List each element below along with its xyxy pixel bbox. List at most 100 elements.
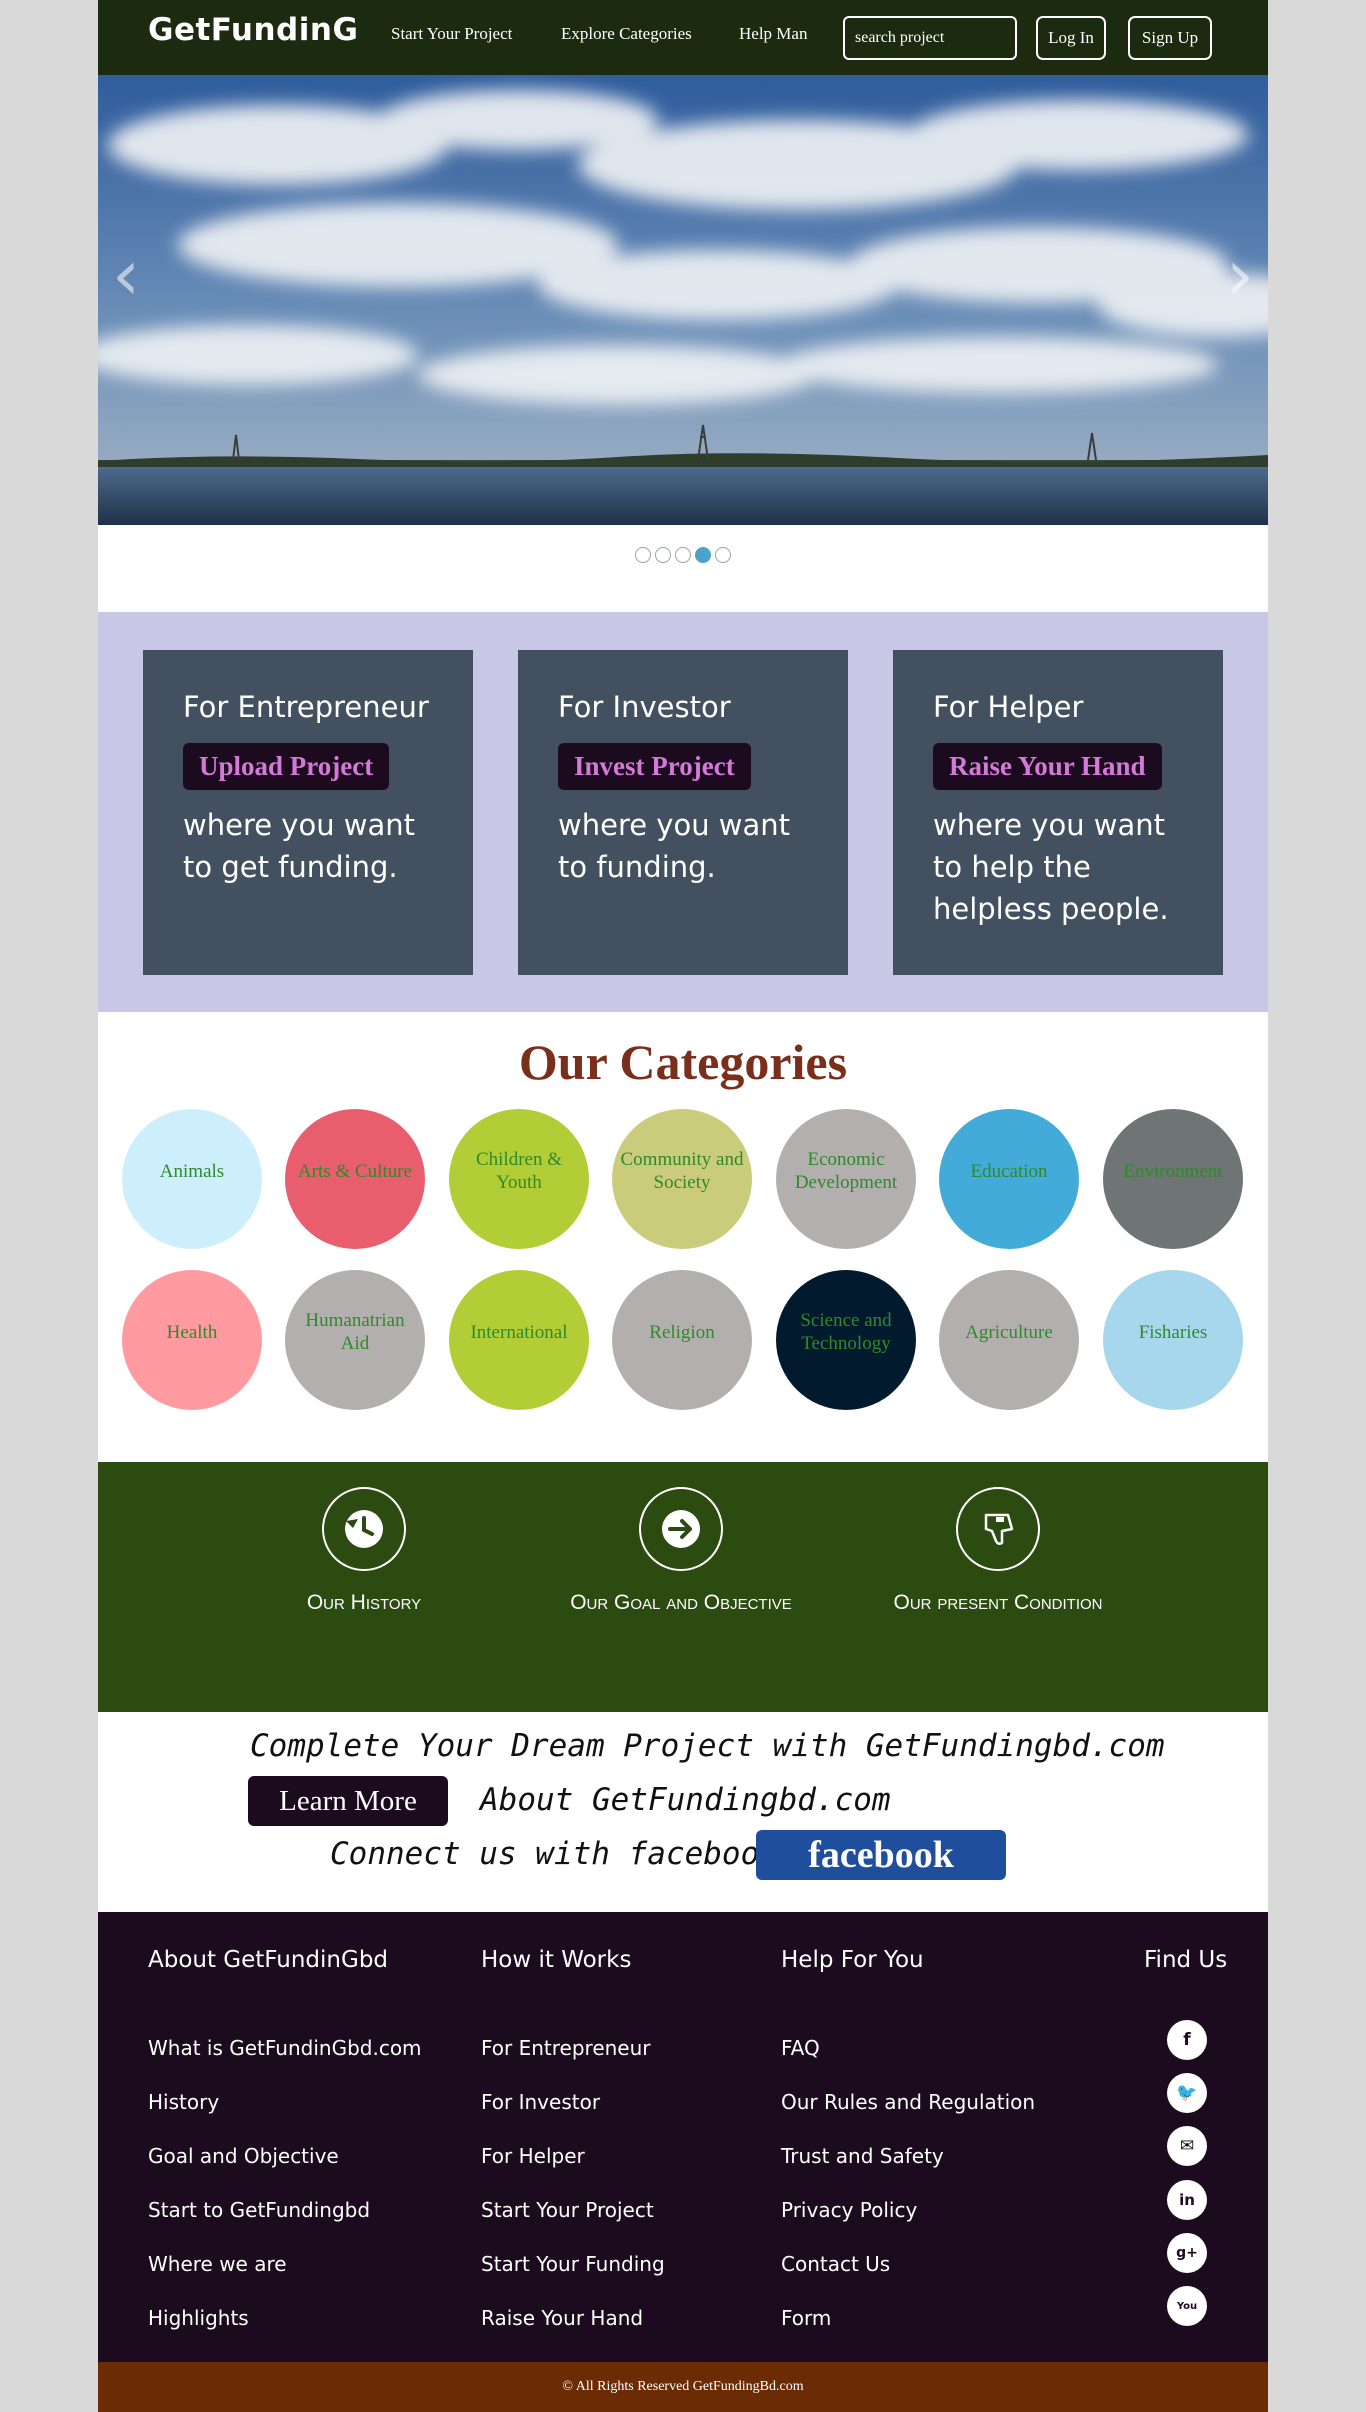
- signup-button[interactable]: Sign Up: [1128, 16, 1212, 60]
- roles-section: For Entrepreneur Upload Project where yo…: [98, 612, 1268, 1012]
- carousel-indicators: [98, 547, 1268, 563]
- category-environment[interactable]: Environment: [1103, 1109, 1243, 1249]
- role-card-entrepreneur: For Entrepreneur Upload Project where yo…: [143, 650, 473, 975]
- role-description: where you want to funding.: [558, 807, 791, 884]
- footer-link[interactable]: What is GetFundinGbd.com: [148, 2036, 422, 2060]
- role-title: For Helper: [933, 690, 1084, 724]
- category-arts-culture[interactable]: Arts & Culture: [285, 1109, 425, 1249]
- category-label: Education: [970, 1160, 1048, 1182]
- arrow-right-circle-icon: [639, 1487, 723, 1571]
- category-fisheries[interactable]: Fisharies: [1103, 1270, 1243, 1410]
- role-description: where you want to help the helpless peop…: [933, 807, 1169, 926]
- carousel-dot-active[interactable]: [695, 547, 711, 563]
- youtube-icon[interactable]: You: [1167, 2286, 1207, 2326]
- category-label: Community and Society: [620, 1149, 744, 1193]
- info-label: Our Goal and Objective: [570, 1591, 792, 1614]
- role-description: where you want to get funding.: [183, 807, 416, 884]
- category-agriculture[interactable]: Agriculture: [939, 1270, 1079, 1410]
- info-label: Our present Condition: [893, 1591, 1103, 1614]
- footer-link[interactable]: Start Your Funding: [481, 2252, 665, 2276]
- category-label: Environment: [1123, 1160, 1223, 1182]
- footer: About GetFundinGbd How it Works Help For…: [98, 1912, 1268, 2362]
- our-history-item[interactable]: Our History: [214, 1487, 514, 1615]
- nav-explore-categories[interactable]: Explore Categories: [561, 24, 692, 44]
- role-title: For Investor: [558, 690, 731, 724]
- footer-link[interactable]: Our Rules and Regulation: [781, 2090, 1035, 2114]
- twitter-icon[interactable]: 🐦: [1167, 2073, 1207, 2113]
- footer-link[interactable]: Start Your Project: [481, 2198, 654, 2222]
- carousel-dot[interactable]: [635, 547, 651, 563]
- footer-heading-find-us: Find Us: [1144, 1947, 1228, 1973]
- category-health[interactable]: Health: [122, 1270, 262, 1410]
- footer-link[interactable]: Trust and Safety: [781, 2144, 944, 2168]
- footer-link[interactable]: Privacy Policy: [781, 2198, 917, 2222]
- category-economic-development[interactable]: Economic Development: [776, 1109, 916, 1249]
- category-label: Health: [166, 1321, 218, 1343]
- footer-link[interactable]: Goal and Objective: [148, 2144, 339, 2168]
- footer-heading-how: How it Works: [481, 1947, 632, 1973]
- category-label: Animals: [159, 1160, 225, 1182]
- chevron-left-icon[interactable]: ‹: [112, 240, 140, 310]
- footer-link[interactable]: For Helper: [481, 2144, 585, 2168]
- category-international[interactable]: International: [449, 1270, 589, 1410]
- category-children-youth[interactable]: Children & Youth: [449, 1109, 589, 1249]
- chevron-right-icon[interactable]: ›: [1226, 240, 1254, 310]
- categories-title: Our Categories: [518, 1034, 848, 1090]
- promo-about: About GetFundingbd.com: [480, 1782, 891, 1818]
- footer-link[interactable]: Raise Your Hand: [481, 2306, 643, 2330]
- linkedin-icon[interactable]: in: [1167, 2180, 1207, 2220]
- category-label: Humanatrian Aid: [305, 1310, 405, 1354]
- category-humanitarian-aid[interactable]: Humanatrian Aid: [285, 1270, 425, 1410]
- carousel-dot[interactable]: [675, 547, 691, 563]
- category-religion[interactable]: Religion: [612, 1270, 752, 1410]
- hero-carousel[interactable]: ‹ ›: [98, 75, 1268, 525]
- page: GetFundinG Start Your Project Explore Ca…: [98, 0, 1268, 2412]
- navbar: GetFundinG Start Your Project Explore Ca…: [98, 0, 1268, 75]
- footer-link[interactable]: Form: [781, 2306, 831, 2330]
- footer-link[interactable]: Contact Us: [781, 2252, 890, 2276]
- facebook-icon[interactable]: f: [1167, 2020, 1207, 2060]
- footer-link[interactable]: FAQ: [781, 2036, 820, 2060]
- facebook-button[interactable]: facebook: [756, 1830, 1006, 1880]
- thumbs-down-icon: [956, 1487, 1040, 1571]
- invest-project-button[interactable]: Invest Project: [558, 742, 751, 790]
- search-input[interactable]: [843, 16, 1017, 60]
- hero-slide-image: [98, 75, 1268, 525]
- category-label: Fisharies: [1138, 1321, 1208, 1343]
- footer-link[interactable]: Where we are: [148, 2252, 287, 2276]
- login-button[interactable]: Log In: [1036, 16, 1106, 60]
- about-strip: Our History Our Goal and Objective Our p…: [98, 1462, 1268, 1712]
- raise-your-hand-button[interactable]: Raise Your Hand: [933, 742, 1162, 790]
- carousel-dot[interactable]: [715, 547, 731, 563]
- category-science-technology[interactable]: Science and Technology: [776, 1270, 916, 1410]
- category-community-society[interactable]: Community and Society: [612, 1109, 752, 1249]
- nav-help-man[interactable]: Help Man: [739, 24, 807, 44]
- footer-link[interactable]: For Entrepreneur: [481, 2036, 651, 2060]
- info-label: Our History: [306, 1591, 422, 1614]
- google-plus-icon[interactable]: g+: [1167, 2233, 1207, 2273]
- history-icon: [322, 1487, 406, 1571]
- role-card-investor: For Investor Invest Project where you wa…: [518, 650, 848, 975]
- footer-link[interactable]: Highlights: [148, 2306, 249, 2330]
- brand-logo[interactable]: GetFundinG: [148, 12, 358, 48]
- email-icon[interactable]: ✉: [1167, 2126, 1207, 2166]
- carousel-dot[interactable]: [655, 547, 671, 563]
- footer-link[interactable]: For Investor: [481, 2090, 600, 2114]
- footer-link[interactable]: History: [148, 2090, 219, 2114]
- footer-heading-help: Help For You: [781, 1947, 924, 1973]
- our-present-condition-item[interactable]: Our present Condition: [848, 1487, 1148, 1615]
- category-education[interactable]: Education: [939, 1109, 1079, 1249]
- upload-project-button[interactable]: Upload Project: [183, 742, 390, 790]
- footer-link[interactable]: Start to GetFundingbd: [148, 2198, 370, 2222]
- promo-connect: Connect us with facebook: [330, 1836, 778, 1872]
- role-card-helper: For Helper Raise Your Hand where you wan…: [893, 650, 1223, 975]
- learn-more-button[interactable]: Learn More: [248, 1776, 448, 1826]
- category-label: Arts & Culture: [298, 1160, 412, 1182]
- our-goal-item[interactable]: Our Goal and Objective: [531, 1487, 831, 1615]
- category-animals[interactable]: Animals: [122, 1109, 262, 1249]
- category-label: Science and Technology: [800, 1310, 892, 1354]
- category-label: Agriculture: [965, 1321, 1053, 1343]
- promo-headline: Complete Your Dream Project with GetFund…: [250, 1728, 1165, 1764]
- category-label: International: [470, 1321, 568, 1343]
- nav-start-project[interactable]: Start Your Project: [391, 24, 512, 44]
